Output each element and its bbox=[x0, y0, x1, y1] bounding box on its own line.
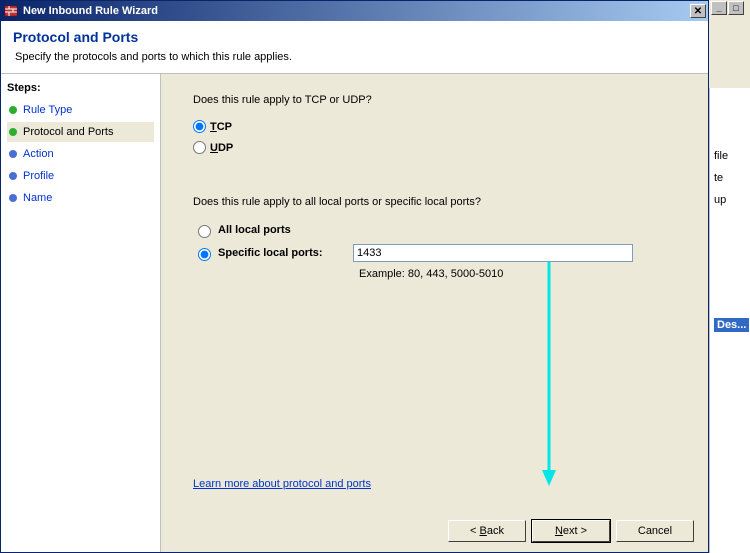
page-subtitle: Specify the protocols and ports to which… bbox=[15, 51, 696, 63]
bullet-icon bbox=[9, 172, 17, 180]
step-label: Action bbox=[23, 148, 54, 160]
firewall-icon bbox=[3, 3, 19, 19]
radio-udp-row: UDP bbox=[193, 141, 686, 154]
steps-panel: Steps: Rule Type Protocol and Ports Acti… bbox=[1, 74, 161, 552]
step-rule-type[interactable]: Rule Type bbox=[7, 100, 154, 120]
wizard-buttons: < Back Next > Cancel bbox=[448, 520, 694, 542]
bg-selected-item[interactable]: Des... bbox=[714, 318, 749, 332]
ports-example: Example: 80, 443, 5000-5010 bbox=[359, 268, 686, 280]
bullet-icon bbox=[9, 150, 17, 158]
close-button[interactable]: ✕ bbox=[690, 4, 706, 18]
annotation-arrow-icon bbox=[539, 262, 559, 488]
step-action[interactable]: Action bbox=[7, 144, 154, 164]
radio-udp-label: UDP bbox=[210, 142, 233, 154]
background-desktop: _ □ file te up Des... bbox=[709, 0, 750, 553]
radio-all-ports[interactable] bbox=[198, 225, 211, 238]
cancel-button[interactable]: Cancel bbox=[616, 520, 694, 542]
radio-specific-ports-label: Specific local ports: bbox=[218, 247, 323, 259]
bg-item: up bbox=[714, 194, 750, 206]
bullet-icon bbox=[9, 194, 17, 202]
back-button[interactable]: < Back bbox=[448, 520, 526, 542]
radio-udp[interactable] bbox=[193, 141, 206, 154]
radio-all-ports-label: All local ports bbox=[218, 224, 291, 236]
bg-maximize-button[interactable]: □ bbox=[728, 1, 744, 15]
close-icon: ✕ bbox=[694, 6, 702, 17]
radio-specific-ports[interactable] bbox=[198, 248, 211, 261]
step-protocol-and-ports[interactable]: Protocol and Ports bbox=[7, 122, 154, 142]
step-name[interactable]: Name bbox=[7, 188, 154, 208]
radio-tcp-row: TCP bbox=[193, 120, 686, 133]
radio-tcp-label: TCP bbox=[210, 121, 232, 133]
titlebar: New Inbound Rule Wizard ✕ bbox=[1, 1, 708, 21]
next-button[interactable]: Next > bbox=[532, 520, 610, 542]
step-label: Profile bbox=[23, 170, 54, 182]
content-panel: Does this rule apply to TCP or UDP? TCP … bbox=[161, 74, 708, 552]
bg-item: te bbox=[714, 172, 750, 184]
bg-minimize-button[interactable]: _ bbox=[711, 1, 727, 15]
learn-more-link[interactable]: Learn more about protocol and ports bbox=[193, 478, 371, 490]
page-title: Protocol and Ports bbox=[13, 29, 696, 45]
steps-heading: Steps: bbox=[7, 82, 154, 94]
radio-specific-ports-row: Specific local ports: bbox=[193, 244, 686, 262]
radio-all-ports-row: All local ports bbox=[193, 222, 686, 238]
bg-item: file bbox=[714, 150, 750, 162]
step-profile[interactable]: Profile bbox=[7, 166, 154, 186]
ports-question: Does this rule apply to all local ports … bbox=[193, 196, 686, 208]
wizard-header: Protocol and Ports Specify the protocols… bbox=[1, 21, 708, 74]
bullet-icon bbox=[9, 128, 17, 136]
radio-tcp[interactable] bbox=[193, 120, 206, 133]
bullet-icon bbox=[9, 106, 17, 114]
window-title: New Inbound Rule Wizard bbox=[23, 5, 690, 17]
wizard-window: New Inbound Rule Wizard ✕ Protocol and P… bbox=[0, 0, 709, 553]
step-label: Rule Type bbox=[23, 104, 72, 116]
step-label: Name bbox=[23, 192, 52, 204]
specific-ports-input[interactable] bbox=[353, 244, 633, 262]
step-label: Protocol and Ports bbox=[23, 126, 114, 138]
protocol-question: Does this rule apply to TCP or UDP? bbox=[193, 94, 686, 106]
